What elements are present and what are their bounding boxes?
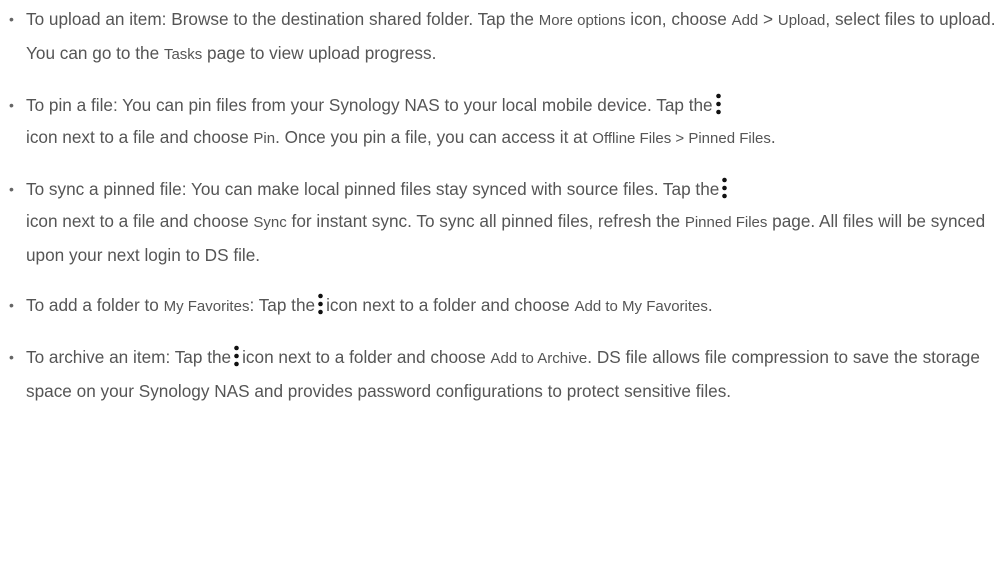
text: > [758, 9, 778, 29]
ui-term: My Favorites [163, 298, 250, 315]
more-options-icon [233, 345, 240, 367]
ui-term: Upload [777, 12, 826, 29]
bullet: • [9, 349, 14, 365]
text: icon next to a file and choose [26, 127, 254, 147]
text: . Once you pin a file, you can access it… [275, 127, 593, 147]
text: icon next to a folder and choose [242, 347, 491, 367]
list-item-archive: • To archive an item: Tap the icon next t… [9, 341, 1007, 407]
more-options-icon [721, 177, 728, 199]
bullet: • [9, 181, 14, 197]
text: icon next to a folder and choose [326, 295, 575, 315]
ui-term: Tasks [163, 46, 203, 63]
ui-term: More options [538, 12, 626, 29]
list-item-sync: • To sync a pinned file: You can make lo… [9, 173, 1007, 271]
ui-term: Sync [253, 214, 287, 231]
text: . [770, 127, 776, 147]
text: icon next to a file and choose [26, 211, 254, 231]
text: > [671, 130, 689, 147]
ui-term: Pin [253, 130, 276, 147]
ui-term: Offline Files [592, 130, 672, 147]
text: icon, choose [625, 9, 732, 29]
text: . [707, 295, 713, 315]
ui-term: Add to My Favorites [574, 298, 708, 315]
list-item-favorites: • To add a folder to My Favorites: Tap t… [9, 289, 1007, 323]
text: page to view upload progress. [202, 43, 437, 63]
list-item-upload: • To upload an item: Browse to the desti… [9, 3, 1007, 71]
bullet: • [9, 11, 14, 27]
ui-term: Add [731, 12, 759, 29]
text: : Tap the [249, 295, 316, 315]
bullet: • [9, 297, 14, 313]
ui-term: Add to Archive [490, 350, 588, 367]
text: To add a folder to [26, 295, 164, 315]
ui-term: Pinned Files [688, 130, 771, 147]
list-item-pin: • To pin a file: You can pin files from … [9, 89, 1007, 155]
text: To upload an item: Browse to the destina… [26, 9, 539, 29]
text: for instant sync. To sync all pinned fil… [286, 211, 685, 231]
more-options-icon [317, 293, 324, 315]
text: To sync a pinned file: You can make loca… [26, 179, 720, 199]
text: To archive an item: Tap the [26, 347, 232, 367]
ui-term: Pinned Files [684, 214, 768, 231]
bullet: • [9, 97, 14, 113]
instruction-list: • To upload an item: Browse to the desti… [0, 0, 1007, 407]
more-options-icon [715, 93, 722, 115]
text: To pin a file: You can pin files from yo… [26, 95, 713, 115]
